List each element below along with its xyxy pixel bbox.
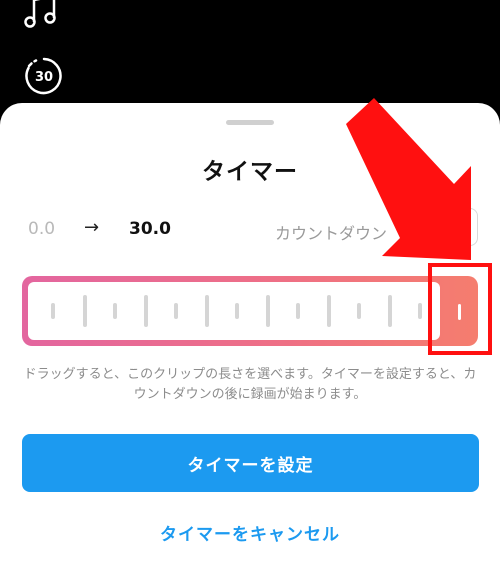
slider-tick [357,303,361,319]
slider-tick [83,295,87,327]
range-end-value: 30.0 [129,219,171,239]
slider-unselected-area [28,282,440,340]
music-note-icon[interactable] [24,0,64,30]
range-start-value: 0.0 [28,219,56,239]
countdown-toggle-text: 秒 [447,218,463,237]
slider-tick [144,295,148,327]
slider-tick [327,295,331,327]
slider-tick [51,303,55,319]
countdown-toggle[interactable]: 秒 [420,208,478,246]
sheet-title: タイマー [202,159,298,185]
countdown-label: カウントダウン [275,224,388,243]
sheet-drag-handle[interactable] [226,120,274,125]
set-timer-button[interactable]: タイマーを設定 [22,434,479,492]
slider-tick [388,295,392,327]
highlight-box [428,263,492,355]
slider-tick [266,295,270,327]
slider-tick [235,303,239,319]
slider-tick [205,295,209,327]
screen: 30 タイマー 0.0 → 30.0 カウントダウン 秒 ドラッグすると、このク… [0,0,500,586]
duration-slider[interactable] [22,276,478,346]
timer-icon[interactable]: 30 [24,56,64,96]
slider-tick [296,303,300,319]
cancel-timer-button[interactable]: タイマーをキャンセル [0,520,500,545]
timer-icon-value: 30 [35,70,53,85]
slider-tick [113,303,117,319]
slider-tick [418,303,422,319]
help-text: ドラッグすると、このクリップの長さを選べます。タイマーを設定すると、カウントダウ… [23,367,477,402]
slider-tick [174,303,178,319]
timer-sheet: タイマー 0.0 → 30.0 カウントダウン 秒 ドラッグすると、このクリップ… [0,103,500,586]
range-arrow-icon: → [84,217,100,238]
